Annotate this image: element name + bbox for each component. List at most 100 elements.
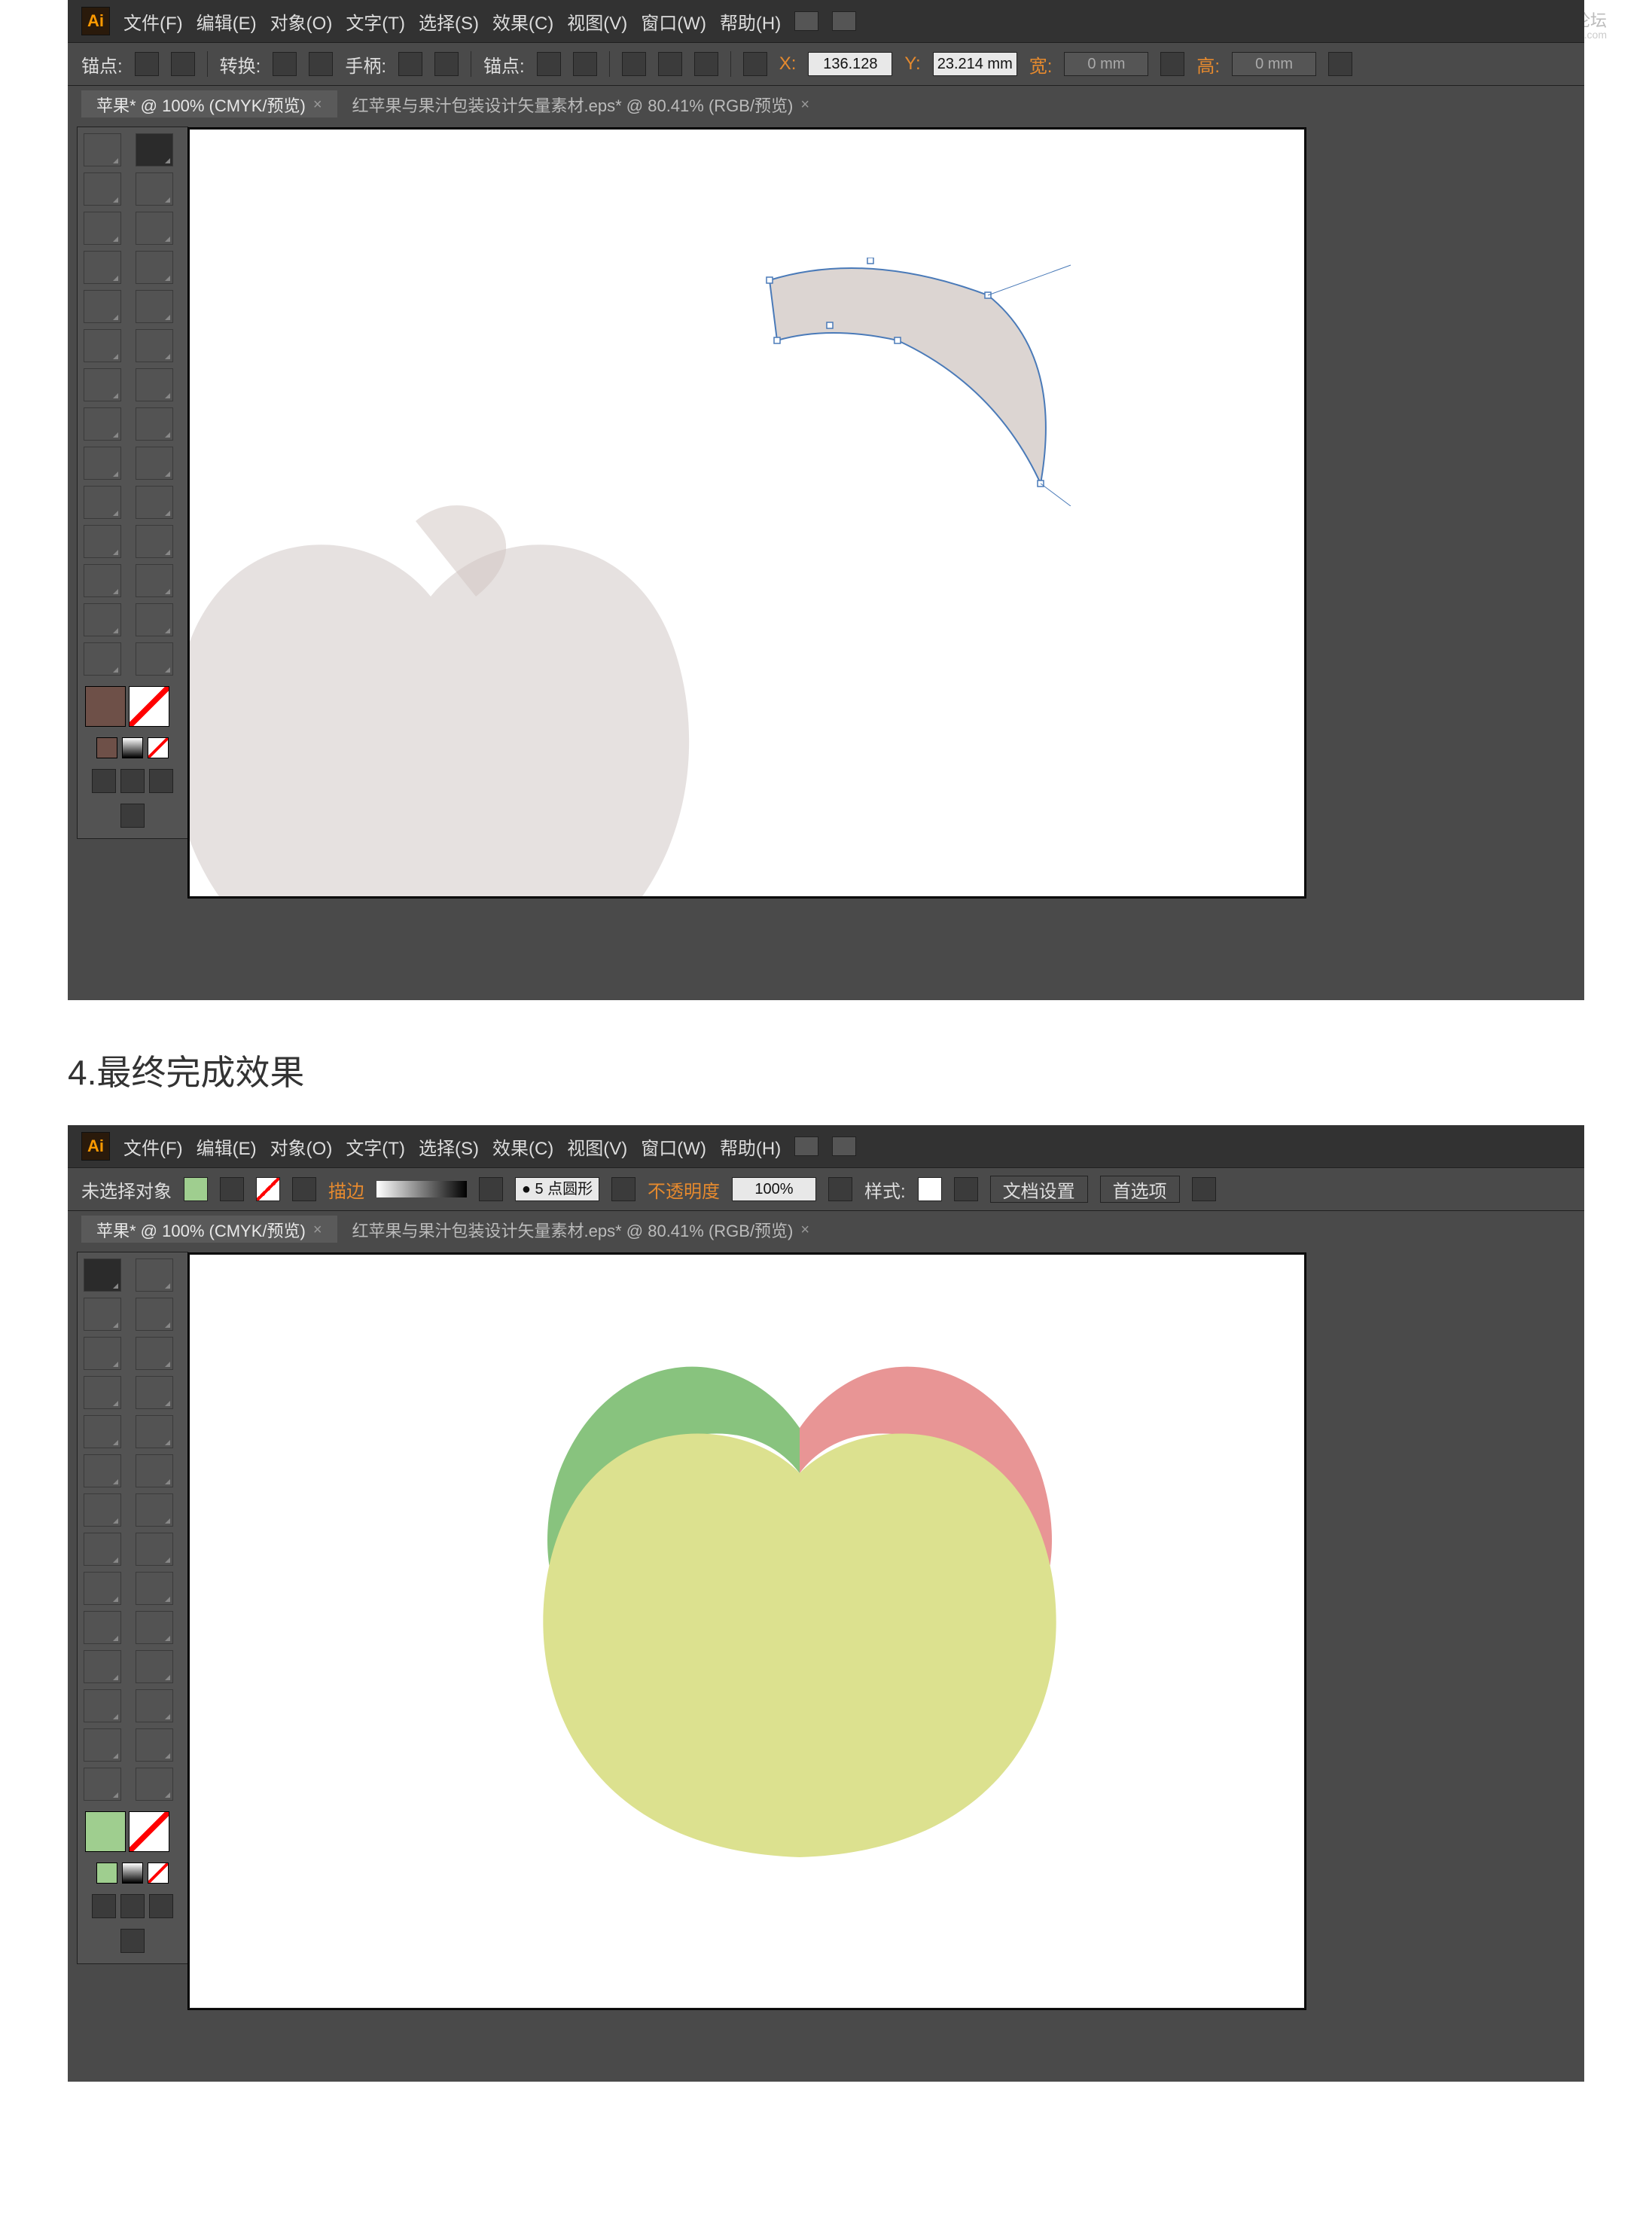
draw-normal-icon[interactable] <box>92 1894 116 1918</box>
close-icon[interactable]: × <box>313 96 322 114</box>
handle-hide-icon[interactable] <box>434 52 459 76</box>
draw-inside-icon[interactable] <box>149 769 173 793</box>
artboard-tool[interactable] <box>84 1728 121 1762</box>
connect-path-icon[interactable] <box>573 52 597 76</box>
menu-edit[interactable]: 编辑(E) <box>197 8 257 35</box>
selection-tool[interactable] <box>84 1258 121 1292</box>
cloud-icon[interactable] <box>794 1136 818 1156</box>
zoom-tool[interactable] <box>136 1768 173 1801</box>
document-setup-button[interactable]: 文档设置 <box>990 1176 1088 1203</box>
style-swatch[interactable] <box>918 1177 942 1201</box>
close-icon[interactable]: × <box>800 96 809 114</box>
none-mode-swatch[interactable] <box>148 737 169 758</box>
mesh-tool[interactable] <box>84 486 121 519</box>
magic-wand-tool[interactable] <box>84 172 121 206</box>
shape-builder-tool[interactable] <box>84 447 121 480</box>
selection-tool[interactable] <box>84 133 121 166</box>
handle-show-icon[interactable] <box>398 52 422 76</box>
shape-builder-tool[interactable] <box>84 1572 121 1605</box>
align-icon[interactable] <box>694 52 718 76</box>
overflow-icon[interactable] <box>1192 1177 1216 1201</box>
perspective-tool[interactable] <box>136 1572 173 1605</box>
mesh-tool[interactable] <box>84 1611 121 1644</box>
width-tool[interactable] <box>84 1533 121 1566</box>
screen-mode-icon[interactable] <box>120 1929 145 1953</box>
convert-smooth-icon[interactable] <box>309 52 333 76</box>
scale-tool[interactable] <box>136 1493 173 1527</box>
stroke-swatch[interactable] <box>256 1177 280 1201</box>
align-icon[interactable] <box>622 52 646 76</box>
zoom-tool[interactable] <box>136 642 173 676</box>
blend-tool[interactable] <box>136 525 173 558</box>
lasso-tool[interactable] <box>136 172 173 206</box>
app-logo[interactable]: Ai <box>81 1132 110 1161</box>
isolate-icon[interactable] <box>1328 52 1352 76</box>
blob-brush-tool[interactable] <box>84 1454 121 1487</box>
pen-tool[interactable] <box>84 212 121 245</box>
menu-effect[interactable]: 效果(C) <box>492 8 553 35</box>
y-field[interactable]: 23.214 mm <box>933 52 1017 76</box>
workspace-switcher-icon[interactable] <box>832 11 856 31</box>
menu-edit[interactable]: 编辑(E) <box>197 1133 257 1160</box>
slice-tool[interactable] <box>136 1728 173 1762</box>
pencil-tool[interactable] <box>136 290 173 323</box>
menu-view[interactable]: 视图(V) <box>567 8 627 35</box>
cloud-icon[interactable] <box>794 11 818 31</box>
eyedropper-tool[interactable] <box>84 1650 121 1683</box>
gradient-tool[interactable] <box>136 1611 173 1644</box>
draw-behind-icon[interactable] <box>120 769 145 793</box>
graph-tool[interactable] <box>136 564 173 597</box>
color-mode-swatch[interactable] <box>96 737 117 758</box>
symbol-sprayer-tool[interactable] <box>84 564 121 597</box>
anchor-remove-icon[interactable] <box>171 52 195 76</box>
x-field[interactable]: 136.128 <box>808 52 892 76</box>
gradient-mode-swatch[interactable] <box>122 1862 143 1884</box>
rotate-tool[interactable] <box>84 368 121 401</box>
slice-tool[interactable] <box>136 603 173 636</box>
tab-document-1[interactable]: 苹果* @ 100% (CMYK/预览) × <box>81 1216 337 1244</box>
magic-wand-tool[interactable] <box>84 1298 121 1331</box>
menu-type[interactable]: 文字(T) <box>346 1133 405 1160</box>
menu-file[interactable]: 文件(F) <box>123 1133 183 1160</box>
tab-document-2[interactable]: 红苹果与果汁包装设计矢量素材.eps* @ 80.41% (RGB/预览) × <box>337 1216 825 1244</box>
menu-type[interactable]: 文字(T) <box>346 8 405 35</box>
menu-select[interactable]: 选择(S) <box>419 8 479 35</box>
screen-mode-icon[interactable] <box>120 804 145 828</box>
stroke-weight-dropdown[interactable] <box>376 1181 467 1197</box>
eraser-tool[interactable] <box>136 329 173 362</box>
pencil-tool[interactable] <box>136 1415 173 1448</box>
paintbrush-tool[interactable] <box>84 290 121 323</box>
hand-tool[interactable] <box>84 642 121 676</box>
dropdown-icon[interactable] <box>479 1177 503 1201</box>
menu-window[interactable]: 窗口(W) <box>641 1133 706 1160</box>
width-tool[interactable] <box>84 407 121 441</box>
stroke-swatch[interactable] <box>129 686 169 727</box>
type-tool[interactable] <box>136 1337 173 1370</box>
anchor-convert-icon[interactable] <box>135 52 159 76</box>
dropdown-icon[interactable] <box>828 1177 852 1201</box>
color-mode-swatch[interactable] <box>96 1862 117 1884</box>
eyedropper-tool[interactable] <box>84 525 121 558</box>
scale-tool[interactable] <box>136 368 173 401</box>
rotate-tool[interactable] <box>84 1493 121 1527</box>
blend-tool[interactable] <box>136 1650 173 1683</box>
h-field[interactable]: 0 mm <box>1232 52 1316 76</box>
menu-object[interactable]: 对象(O) <box>270 1133 333 1160</box>
perspective-tool[interactable] <box>136 447 173 480</box>
workspace-switcher-icon[interactable] <box>832 1136 856 1156</box>
draw-normal-icon[interactable] <box>92 769 116 793</box>
menu-object[interactable]: 对象(O) <box>270 8 333 35</box>
direct-selection-tool[interactable] <box>136 133 173 166</box>
type-tool[interactable] <box>136 212 173 245</box>
rectangle-tool[interactable] <box>136 251 173 284</box>
menu-effect[interactable]: 效果(C) <box>492 1133 553 1160</box>
stroke-swatch[interactable] <box>129 1811 169 1852</box>
dropdown-icon[interactable] <box>292 1177 316 1201</box>
lasso-tool[interactable] <box>136 1298 173 1331</box>
free-transform-tool[interactable] <box>136 1533 173 1566</box>
artboard[interactable] <box>188 128 1306 898</box>
draw-behind-icon[interactable] <box>120 1894 145 1918</box>
tab-document-1[interactable]: 苹果* @ 100% (CMYK/预览) × <box>81 90 337 119</box>
rectangle-tool[interactable] <box>136 1376 173 1409</box>
menu-select[interactable]: 选择(S) <box>419 1133 479 1160</box>
